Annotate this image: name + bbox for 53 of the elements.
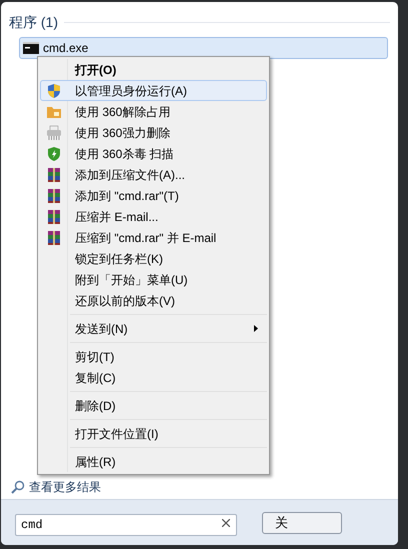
menu-item[interactable]: 删除(D) [40,395,267,416]
menu-item[interactable]: 复制(C) [40,367,267,388]
menu-item-label: 使用 360强力删除 [75,124,170,142]
menu-item-label: 复制(C) [75,370,116,386]
result-label: cmd.exe [43,40,88,57]
shield-icon [46,82,62,98]
menu-item-label: 还原以前的版本(V) [75,292,175,310]
close-icon[interactable] [222,518,230,526]
more-results-link[interactable]: 查看更多结果 [29,478,101,496]
menu-item-label: 锁定到任务栏(K) [75,250,163,268]
shield-icon [46,146,62,162]
menu-item[interactable]: 还原以前的版本(V) [40,290,267,311]
search-icon [11,480,25,494]
menu-item[interactable]: 打开文件位置(I) [40,423,267,444]
books-icon [46,166,62,182]
menu-item[interactable]: 使用 360强力删除 [40,122,267,143]
search-field[interactable]: cmd [15,514,237,536]
menu-item[interactable]: 使用 360解除占用 [40,101,267,122]
menu-item-label: 属性(R) [75,454,116,470]
books-icon [46,230,62,246]
menu-item-label: 打开文件位置(I) [75,426,158,442]
printer-icon [46,124,62,140]
menu-item-label: 使用 360解除占用 [75,104,170,120]
menu-item[interactable]: 发送到(N) [40,318,267,339]
menu-item-label: 添加到压缩文件(A)... [75,166,185,184]
menu-item[interactable]: 压缩到 "cmd.rar" 并 E-mail [40,227,267,248]
menu-item-label: 压缩并 E-mail... [75,208,158,226]
menu-item-label: 剪切(T) [75,348,114,366]
menu-item[interactable]: 剪切(T) [40,346,267,367]
menu-item[interactable]: 打开(O) [40,59,267,80]
menu-item-label: 打开(O) [75,62,116,78]
shutdown-button[interactable]: 关 [262,512,342,534]
menu-item[interactable]: 压缩并 E-mail... [40,206,267,227]
menu-item-label: 以管理员身份运行(A) [75,82,187,100]
menu-item-label: 附到「开始」菜单(U) [75,272,188,288]
menu-item-label: 使用 360杀毒 扫描 [75,146,174,162]
result-item[interactable]: cmd.exe [19,37,388,59]
menu-item[interactable]: 以管理员身份运行(A) [40,80,267,101]
section-heading: 程序 (1) [9,13,58,32]
menu-item[interactable]: 添加到 "cmd.rar"(T) [40,185,267,206]
books-icon [46,188,62,204]
terminal-icon [23,42,39,54]
submenu-arrow-icon [254,325,258,332]
menu-item-label: 发送到(N) [75,320,128,338]
menu-item-label: 删除(D) [75,398,116,414]
menu-item[interactable]: 添加到压缩文件(A)... [40,164,267,185]
menu-item[interactable]: 属性(R) [40,451,267,472]
books-icon [46,208,62,224]
menu-item-label: 压缩到 "cmd.rar" 并 E-mail [75,230,216,246]
menu-item[interactable]: 使用 360杀毒 扫描 [40,143,267,164]
menu-item[interactable]: 附到「开始」菜单(U) [40,269,267,290]
menu-item-label: 添加到 "cmd.rar"(T) [75,188,179,204]
menu-item[interactable]: 锁定到任务栏(K) [40,248,267,269]
